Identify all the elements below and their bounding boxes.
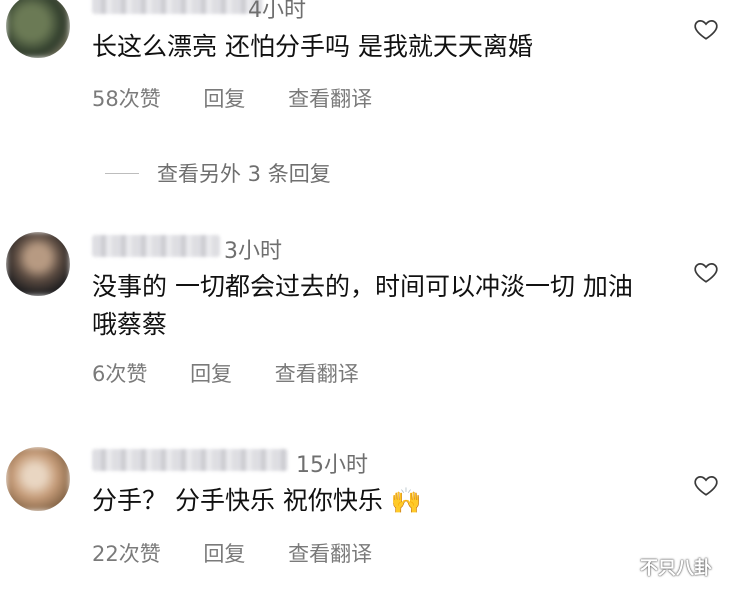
avatar[interactable] xyxy=(6,232,70,296)
avatar[interactable] xyxy=(6,447,70,511)
reply-button[interactable]: 回复 xyxy=(190,358,232,388)
comment-actions: 22次赞 回复 查看翻译 xyxy=(92,538,372,568)
translate-button[interactable]: 查看翻译 xyxy=(275,358,359,388)
watermark-text: 不只八卦 xyxy=(640,558,712,579)
view-more-replies-label: 查看另外 3 条回复 xyxy=(157,162,331,186)
comment-time: 3小时 xyxy=(224,239,282,264)
reply-button[interactable]: 回复 xyxy=(203,538,245,568)
username-blurred[interactable] xyxy=(92,0,262,14)
comment-text: 分手？ 分手快乐 祝你快乐 🙌 xyxy=(92,486,422,515)
heart-icon[interactable] xyxy=(693,16,719,42)
wechat-icon xyxy=(608,556,634,576)
comment-text: 没事的 一切都会过去的，时间可以冲淡一切 加油哦蔡蔡 xyxy=(92,272,633,339)
like-count[interactable]: 6次赞 xyxy=(92,358,147,388)
like-count[interactable]: 22次赞 xyxy=(92,538,161,568)
view-more-replies[interactable]: 查看另外 3 条回复 xyxy=(105,156,331,190)
comment-time: 15小时 xyxy=(296,453,368,478)
username-blurred[interactable] xyxy=(92,449,288,471)
username-blurred[interactable] xyxy=(92,235,220,257)
avatar[interactable] xyxy=(6,0,70,58)
like-count[interactable]: 58次赞 xyxy=(92,83,161,113)
heart-icon[interactable] xyxy=(693,472,719,498)
translate-button[interactable]: 查看翻译 xyxy=(288,83,372,113)
translate-button[interactable]: 查看翻译 xyxy=(288,538,372,568)
heart-icon[interactable] xyxy=(693,259,719,285)
comment-text: 长这么漂亮 还怕分手吗 是我就天天离婚 xyxy=(92,32,533,61)
comment-actions: 6次赞 回复 查看翻译 xyxy=(92,358,359,388)
watermark: 不只八卦 xyxy=(608,554,712,580)
comment-actions: 58次赞 回复 查看翻译 xyxy=(92,83,372,113)
divider xyxy=(105,172,139,174)
comment-time: 4小时 xyxy=(248,0,306,23)
reply-button[interactable]: 回复 xyxy=(203,83,245,113)
